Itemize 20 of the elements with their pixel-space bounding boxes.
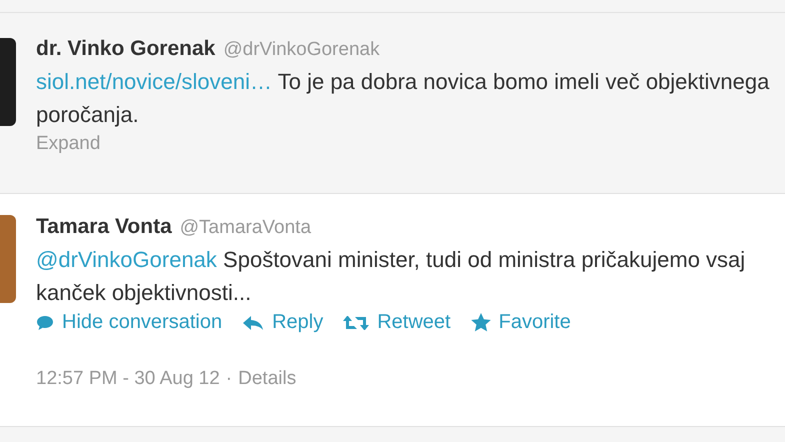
details-link[interactable]: Details [238,368,296,390]
tweet-text: siol.net/novice/sloveni… To je pa dobra novica bomo imeli več objektivnega poročanja. [36,68,770,129]
user-name[interactable]: Tamara Vonta [36,215,172,239]
conversation-action[interactable]: Hide conversation [36,311,222,334]
expand-link[interactable]: Expand [36,133,771,155]
separator-dot: · [226,368,232,390]
link[interactable]: @drVinkoGorenak [36,247,217,272]
retweet-icon [343,314,370,330]
timestamp: 12:57 PM - 30 Aug 12 [36,368,220,390]
link[interactable]: siol.net/novice/sloveni… [36,69,272,94]
favorite-action[interactable]: Favorite [470,311,571,334]
tweet-text: @drVinkoGorenak Spoštovani minister, tudi od ministra pričakujemo vsaj kanček objektivnosti... [36,246,746,307]
user-handle[interactable]: @drVinkoGorenak [223,39,380,61]
reply-action[interactable]: Reply [242,311,324,334]
star-icon [470,313,491,332]
user-handle[interactable]: @TamaraVonta [180,217,312,239]
retweet-action[interactable]: Retweet [343,311,451,334]
speech-bubble-icon [36,314,54,330]
reply-arrow-icon [242,314,264,330]
user-name[interactable]: dr. Vinko Gorenak [36,37,216,61]
